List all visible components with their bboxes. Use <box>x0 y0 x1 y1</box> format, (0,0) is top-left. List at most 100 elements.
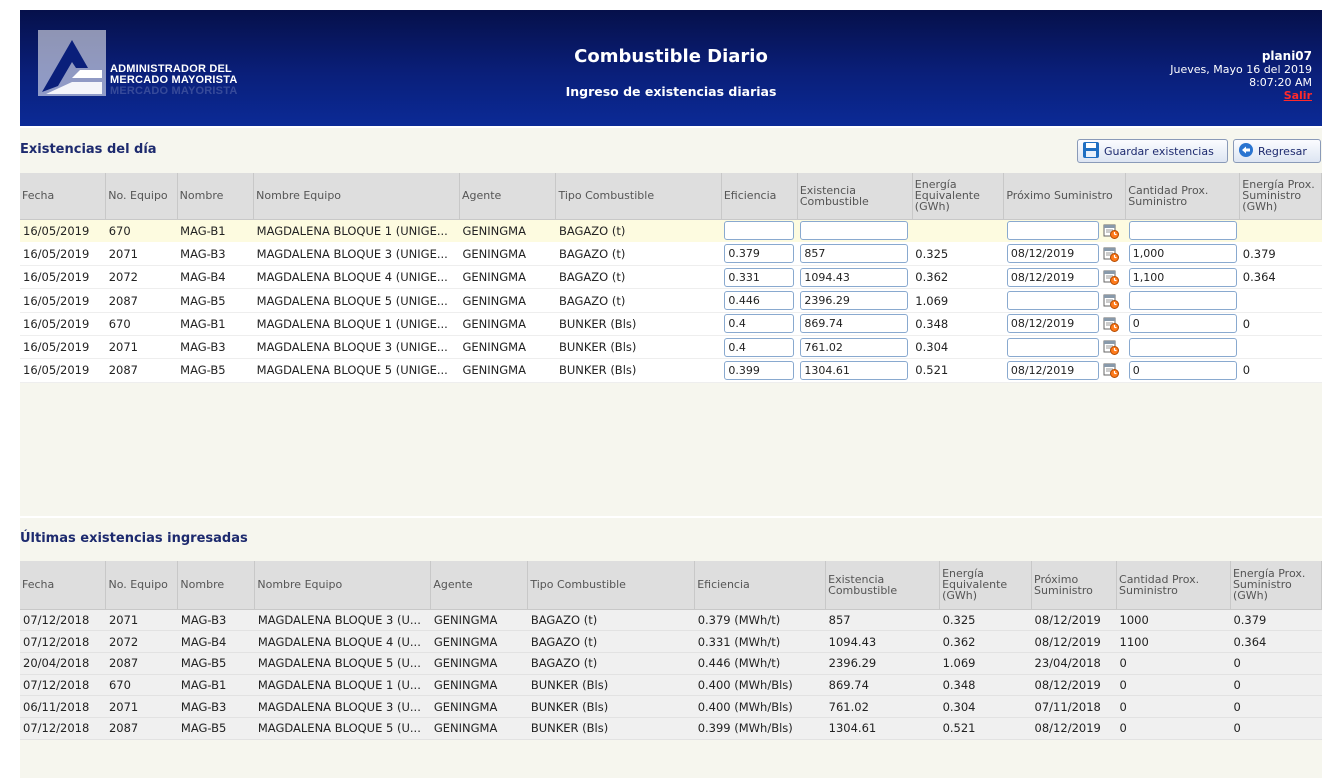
proximo-suministro-group: 08/12/2019 <box>1006 244 1123 264</box>
cell-agente: GENINGMA <box>430 630 528 653</box>
calendar-clock-icon[interactable] <box>1103 246 1119 262</box>
col-nombre-equipo: Nombre Equipo <box>254 561 432 610</box>
proximo-suministro-input[interactable] <box>1006 221 1099 241</box>
cantidad-prox-input-cell: 1,000 <box>1125 242 1240 267</box>
cell-agente: GENINGMA <box>459 312 556 336</box>
cantidad-prox-input[interactable] <box>1128 337 1237 357</box>
cantidad-prox-input[interactable] <box>1128 221 1237 241</box>
proximo-suministro-input[interactable] <box>1006 291 1099 311</box>
table-row[interactable]: 07/12/2018 2087 MAG-B5 MAGDALENA BLOQUE 5 (… <box>20 717 1322 740</box>
eficiencia-input-cell: 0.379 <box>721 242 798 267</box>
eficiencia-input-cell: 0.446 <box>721 288 798 313</box>
eficiencia-input[interactable]: 0.331 <box>724 267 795 287</box>
cantidad-prox-input[interactable] <box>1128 291 1237 311</box>
cantidad-prox-input[interactable]: 0 <box>1128 360 1237 380</box>
cell-nombre: MAG-B4 <box>177 630 255 653</box>
table-row[interactable]: 07/12/2018 670 MAG-B1 MAGDALENA BLOQUE 1 (U… <box>20 674 1322 697</box>
cell-cantidad-prox: 0 <box>1116 652 1231 675</box>
logout-link[interactable]: Salir <box>1170 89 1312 102</box>
proximo-suministro-input[interactable] <box>1006 337 1099 357</box>
cell-nombre: MAG-B5 <box>177 652 255 675</box>
cantidad-prox-input-cell: 0 <box>1125 358 1240 383</box>
app-header: ADMINISTRADOR DEL MERCADO MAYORISTA MERC… <box>20 10 1322 126</box>
col-no-equipo: No. Equipo <box>105 561 179 610</box>
eficiencia-input-cell: 0.331 <box>721 265 798 290</box>
eficiencia-input[interactable]: 0.379 <box>724 244 795 264</box>
table-row[interactable]: 20/04/2018 2087 MAG-B5 MAGDALENA BLOQUE 5 (… <box>20 652 1322 675</box>
arrow-left-circle-icon <box>1238 142 1254 161</box>
cell-tipo-combustible: BUNKER (Bls) <box>555 312 722 336</box>
existencia-input[interactable] <box>800 221 909 241</box>
calendar-clock-icon[interactable] <box>1103 269 1119 286</box>
existencia-input-cell: 1304.61 <box>797 358 913 383</box>
existencia-input[interactable]: 761.02 <box>800 337 909 357</box>
cantidad-prox-input[interactable]: 0 <box>1128 314 1237 334</box>
eficiencia-input-cell: 0.399 <box>721 358 798 383</box>
proximo-suministro-input[interactable]: 08/12/2019 <box>1006 267 1099 287</box>
cell-no-equipo: 670 <box>105 674 178 697</box>
cell-energia-equivalente: 0.362 <box>939 630 1032 653</box>
eficiencia-input[interactable]: 0.4 <box>724 337 795 357</box>
proximo-suministro-input[interactable]: 08/12/2019 <box>1006 314 1099 334</box>
cantidad-prox-input[interactable]: 1,100 <box>1128 267 1237 287</box>
cell-no-equipo: 670 <box>105 219 178 243</box>
cell-energia-prox: 0.364 <box>1230 630 1322 653</box>
proximo-suministro-input[interactable]: 08/12/2019 <box>1006 360 1099 380</box>
table-row[interactable]: 16/05/2019 2071 MAG-B3 MAGDALENA BLOQUE 3 (… <box>20 335 1322 360</box>
cell-agente: GENINGMA <box>459 265 556 290</box>
cell-eficiencia: 0.379 (MWh/t) <box>694 609 826 632</box>
existencia-input[interactable]: 1094.43 <box>800 267 909 287</box>
page-title: Combustible Diario <box>574 46 768 67</box>
cell-agente: GENINGMA <box>459 288 556 313</box>
cell-existencia: 857 <box>825 609 940 632</box>
cell-fecha: 07/12/2018 <box>20 674 106 697</box>
eficiencia-input[interactable]: 0.399 <box>724 360 795 380</box>
proximo-suministro-input[interactable]: 08/12/2019 <box>1006 244 1099 264</box>
table-row[interactable]: 16/05/2019 2087 MAG-B5 MAGDALENA BLOQUE 5 (… <box>20 288 1322 313</box>
table-row[interactable]: 16/05/2019 2072 MAG-B4 MAGDALENA BLOQUE 4 (… <box>20 265 1322 290</box>
cell-energia-prox: 0 <box>1239 358 1322 383</box>
existencia-input[interactable]: 2396.29 <box>800 291 909 311</box>
eficiencia-input[interactable] <box>724 221 795 241</box>
table-row[interactable]: 16/05/2019 2087 MAG-B5 MAGDALENA BLOQUE 5 (… <box>20 358 1322 383</box>
calendar-clock-icon[interactable] <box>1103 293 1119 309</box>
eficiencia-input[interactable]: 0.4 <box>724 314 795 334</box>
cell-agente: GENINGMA <box>459 358 556 383</box>
calendar-clock-icon[interactable] <box>1103 316 1119 332</box>
table-row[interactable]: 07/12/2018 2071 MAG-B3 MAGDALENA BLOQUE 3 (… <box>20 609 1322 632</box>
cantidad-prox-input[interactable]: 1,000 <box>1128 244 1237 264</box>
calendar-clock-icon[interactable] <box>1103 339 1119 356</box>
cell-no-equipo: 670 <box>105 312 178 336</box>
calendar-clock-icon[interactable] <box>1103 362 1119 379</box>
table-row[interactable]: 16/05/2019 670 MAG-B1 MAGDALENA BLOQUE 1 (U… <box>20 312 1322 336</box>
existencia-input[interactable]: 869.74 <box>800 314 909 334</box>
table-row[interactable]: 16/05/2019 670 MAG-B1 MAGDALENA BLOQUE 1 (U… <box>20 219 1322 243</box>
cell-fecha: 16/05/2019 <box>20 312 106 336</box>
cell-energia-equivalente: 0.348 <box>939 674 1032 697</box>
cell-energia-equivalente: 0.521 <box>912 358 1004 383</box>
existencias-header-row: Fecha No. Equipo Nombre Nombre Equipo Ag… <box>20 173 1322 220</box>
table-row[interactable]: 07/12/2018 2072 MAG-B4 MAGDALENA BLOQUE 4 (… <box>20 630 1322 653</box>
cell-tipo-combustible: BAGAZO (t) <box>555 265 722 290</box>
table-row[interactable]: 06/11/2018 2071 MAG-B3 MAGDALENA BLOQUE 3 (… <box>20 695 1322 718</box>
cell-eficiencia: 0.446 (MWh/t) <box>694 652 826 675</box>
save-button[interactable]: Guardar existencias <box>1077 139 1228 163</box>
cell-energia-equivalente <box>912 219 1004 243</box>
back-button[interactable]: Regresar <box>1233 139 1321 163</box>
existencia-input[interactable]: 1304.61 <box>800 360 909 380</box>
existencia-input[interactable]: 857 <box>800 244 909 264</box>
cell-agente: GENINGMA <box>430 695 528 718</box>
col-fecha: Fecha <box>20 173 107 220</box>
col-proximo-suministro: Próximo Suministro <box>1031 561 1118 610</box>
existencia-input-cell <box>797 219 913 243</box>
cell-energia-equivalente: 0.362 <box>912 265 1004 290</box>
col-cantidad-prox: Cantidad Prox. Suministro <box>1116 561 1231 610</box>
col-existencia: Existencia Combustible <box>797 173 913 220</box>
cell-energia-prox: 0 <box>1230 674 1322 697</box>
table-row[interactable]: 16/05/2019 2071 MAG-B3 MAGDALENA BLOQUE 3 (… <box>20 242 1322 267</box>
calendar-clock-icon[interactable] <box>1103 223 1119 239</box>
cell-energia-prox <box>1239 219 1322 243</box>
eficiencia-input[interactable]: 0.446 <box>724 291 795 311</box>
cell-energia-equivalente: 0.325 <box>939 609 1032 632</box>
proximo-suministro-group <box>1006 291 1123 311</box>
